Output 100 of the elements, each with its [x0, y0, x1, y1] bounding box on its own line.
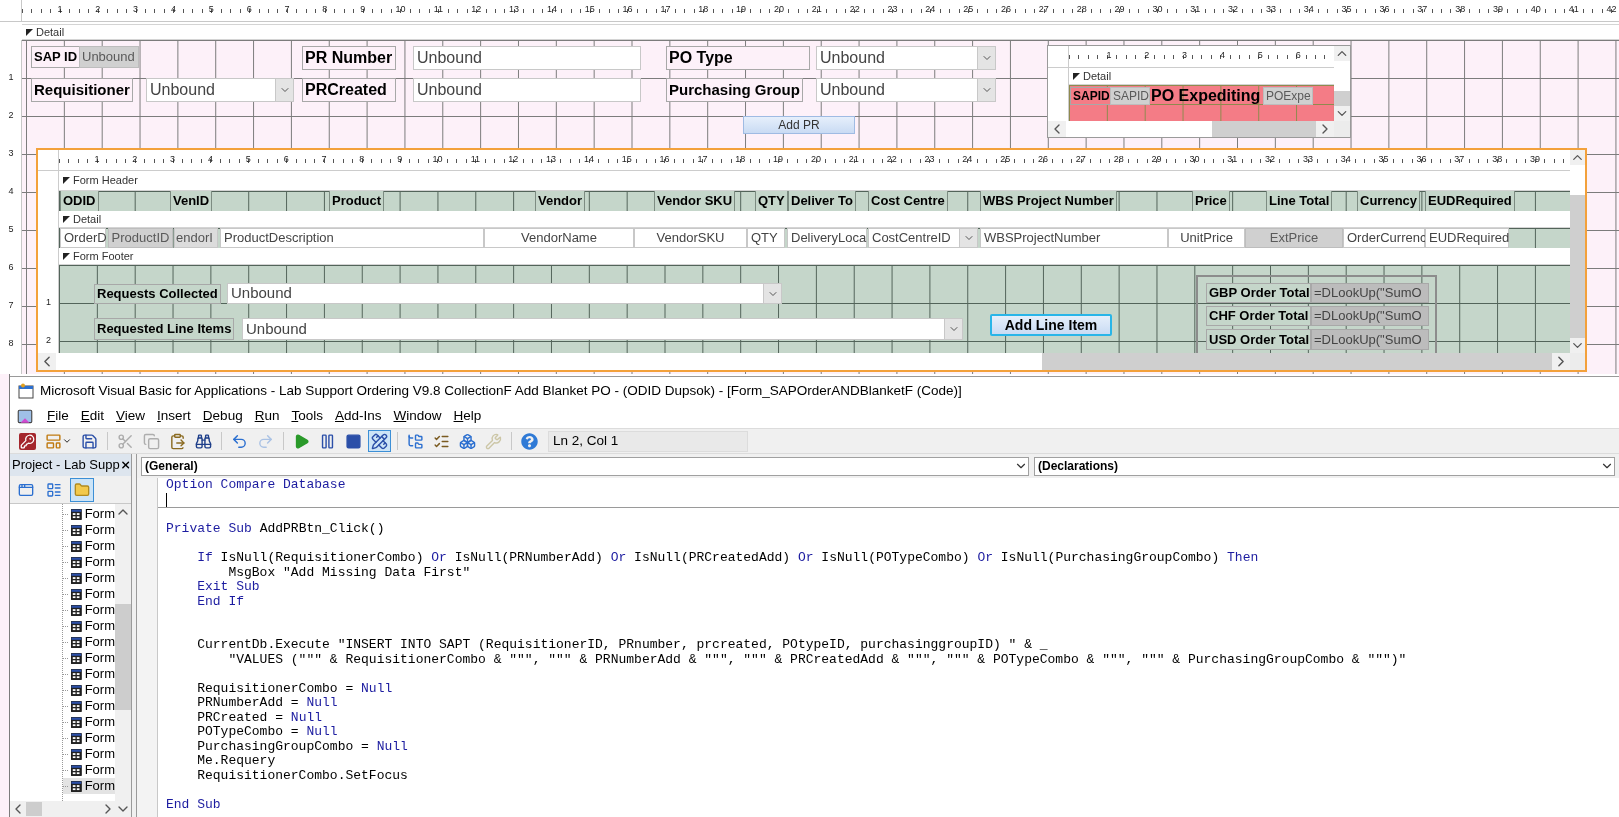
- scroll-down-icon[interactable]: [1334, 106, 1350, 121]
- tree-item[interactable]: Form: [63, 682, 115, 698]
- scrollbar[interactable]: [1570, 150, 1585, 353]
- toolbar-button[interactable]: [16, 430, 39, 452]
- scroll-thumb[interactable]: [1570, 165, 1585, 195]
- scrollbar[interactable]: [1334, 46, 1350, 121]
- scroll-right-icon[interactable]: [1552, 353, 1570, 370]
- tree-item[interactable]: Form: [63, 666, 115, 682]
- scroll-up-icon[interactable]: [1570, 150, 1585, 165]
- tree-item[interactable]: Form: [63, 586, 115, 602]
- tree-item[interactable]: Form: [63, 746, 115, 762]
- menu-item[interactable]: File: [42, 406, 74, 427]
- text-field[interactable]: OrderCurrenc: [1343, 228, 1425, 248]
- text-field[interactable]: VendorSKU: [634, 228, 747, 248]
- locked-field[interactable]: =DLookUp("SumO: [1311, 283, 1429, 303]
- text-field[interactable]: Unbound: [413, 78, 641, 102]
- menu-item[interactable]: Window: [388, 406, 447, 427]
- scroll-thumb[interactable]: [1334, 61, 1350, 91]
- scroll-up-icon[interactable]: [1334, 46, 1350, 61]
- code-line: End If: [196, 594, 245, 609]
- text-field[interactable]: ProductDescription: [220, 228, 484, 248]
- locked-field[interactable]: =DLookUp("SumO: [1311, 306, 1429, 326]
- combo-box[interactable]: Unbound: [816, 46, 996, 70]
- text-field[interactable]: UnitPrice: [1168, 228, 1245, 248]
- tree-item[interactable]: Form: [63, 570, 115, 586]
- menu-item[interactable]: View: [111, 406, 151, 427]
- scroll-left-icon[interactable]: [38, 353, 56, 370]
- ruler-number: 17: [696, 155, 709, 164]
- form-icon: [70, 523, 82, 537]
- combo-box[interactable]: (Declarations): [1034, 456, 1615, 476]
- ruler-number: 34: [1339, 155, 1352, 164]
- tree-item[interactable]: Form: [63, 634, 115, 650]
- text-field[interactable]: EUDRequired: [1425, 228, 1509, 248]
- code-line: Option Compare Database: [166, 478, 347, 493]
- menu-item[interactable]: Run: [249, 406, 285, 427]
- combo-box[interactable]: (General): [141, 456, 1029, 476]
- scroll-thumb[interactable]: [56, 353, 1042, 370]
- tree-item[interactable]: Form: [63, 650, 115, 666]
- text-field[interactable]: DeliveryLoca: [787, 228, 867, 248]
- tree-item[interactable]: Form: [63, 554, 115, 570]
- combo-box[interactable]: Unbound: [227, 283, 782, 304]
- toolbar-button[interactable]: [368, 430, 391, 452]
- section-arrow-icon: [63, 215, 70, 223]
- menu-item[interactable]: Edit: [75, 406, 110, 427]
- tree-item[interactable]: Form: [63, 506, 115, 522]
- scroll-left-icon[interactable]: [1048, 121, 1066, 137]
- field-label: Requests Collected: [94, 284, 221, 304]
- text-field[interactable]: WBSProjectNumber: [980, 228, 1168, 248]
- subform-control[interactable]: [36, 148, 1587, 372]
- tree-item[interactable]: Form: [63, 698, 115, 714]
- tree-item[interactable]: Form: [63, 778, 115, 794]
- tree-item[interactable]: Form: [63, 522, 115, 538]
- scroll-thumb[interactable]: [26, 802, 42, 816]
- locked-field[interactable]: ProductID: [108, 228, 173, 248]
- menu-item[interactable]: Insert: [152, 406, 196, 427]
- tree-item[interactable]: Form: [63, 618, 115, 634]
- ruler-number: 6: [7, 261, 15, 275]
- ruler-number: 11: [432, 5, 445, 14]
- ruler-number: 31: [1189, 5, 1202, 14]
- form-icon: [45, 432, 62, 450]
- locked-field[interactable]: Unbound: [79, 46, 139, 68]
- locked-field[interactable]: POExpe: [1263, 87, 1313, 105]
- tree-item[interactable]: Form: [63, 730, 115, 746]
- scroll-right-icon[interactable]: [1316, 121, 1334, 137]
- menu-item[interactable]: Add-Ins: [329, 406, 387, 427]
- locked-field[interactable]: SAPID: [1110, 87, 1150, 105]
- subform-control[interactable]: 1 2 3 4 5 6 Detail SAPID SAPID PO Expediting POExpe: [1047, 45, 1351, 138]
- tree-item[interactable]: Form: [63, 602, 115, 618]
- scrollbar[interactable]: [115, 504, 131, 817]
- locked-field[interactable]: =DLookUp("SumO: [1311, 329, 1429, 350]
- text-field[interactable]: VendorName: [484, 228, 634, 248]
- tree-item[interactable]: Form: [63, 762, 115, 778]
- tree-item[interactable]: Form: [63, 538, 115, 554]
- menu-item[interactable]: Debug: [197, 406, 248, 427]
- code-line: If IsNull(RequisitionerCombo) Or IsNull(PRNumberAdd) Or IsNull(PRCreatedAdd) Or IsNull(POTypeCombo) Or IsNull(PurchasingGroupCombo) Then: [196, 551, 1260, 566]
- ruler-number: 39: [1528, 155, 1541, 164]
- scroll-down-icon[interactable]: [1570, 338, 1585, 353]
- locked-field[interactable]: ExtPrice: [1245, 228, 1343, 248]
- text-field[interactable]: OrderD: [60, 228, 106, 248]
- scroll-thumb[interactable]: [115, 604, 131, 710]
- toolbar-button[interactable]: [518, 430, 541, 452]
- locked-field[interactable]: endorI: [174, 228, 218, 248]
- text-field[interactable]: QTY: [747, 228, 785, 248]
- combo-box[interactable]: Unbound: [242, 318, 963, 340]
- ruler-number: 6: [245, 5, 253, 14]
- menu-item[interactable]: Tools: [286, 406, 328, 427]
- scrollbar[interactable]: [10, 801, 116, 817]
- text-field[interactable]: Unbound: [413, 46, 641, 70]
- combo-box[interactable]: CostCentreID: [868, 228, 978, 248]
- scrollbar[interactable]: [1048, 121, 1334, 137]
- combo-box[interactable]: Unbound: [146, 78, 294, 102]
- scroll-thumb[interactable]: [1066, 121, 1212, 137]
- action-button[interactable]: Add PR: [743, 116, 855, 134]
- combo-box[interactable]: Unbound: [816, 78, 996, 102]
- action-button[interactable]: Add Line Item: [990, 314, 1112, 336]
- tree-item[interactable]: Form: [63, 714, 115, 730]
- scrollbar[interactable]: [38, 353, 1570, 370]
- ruler-number: 18: [734, 155, 747, 164]
- menu-item[interactable]: Help: [448, 406, 487, 427]
- form-icon: [70, 683, 82, 697]
